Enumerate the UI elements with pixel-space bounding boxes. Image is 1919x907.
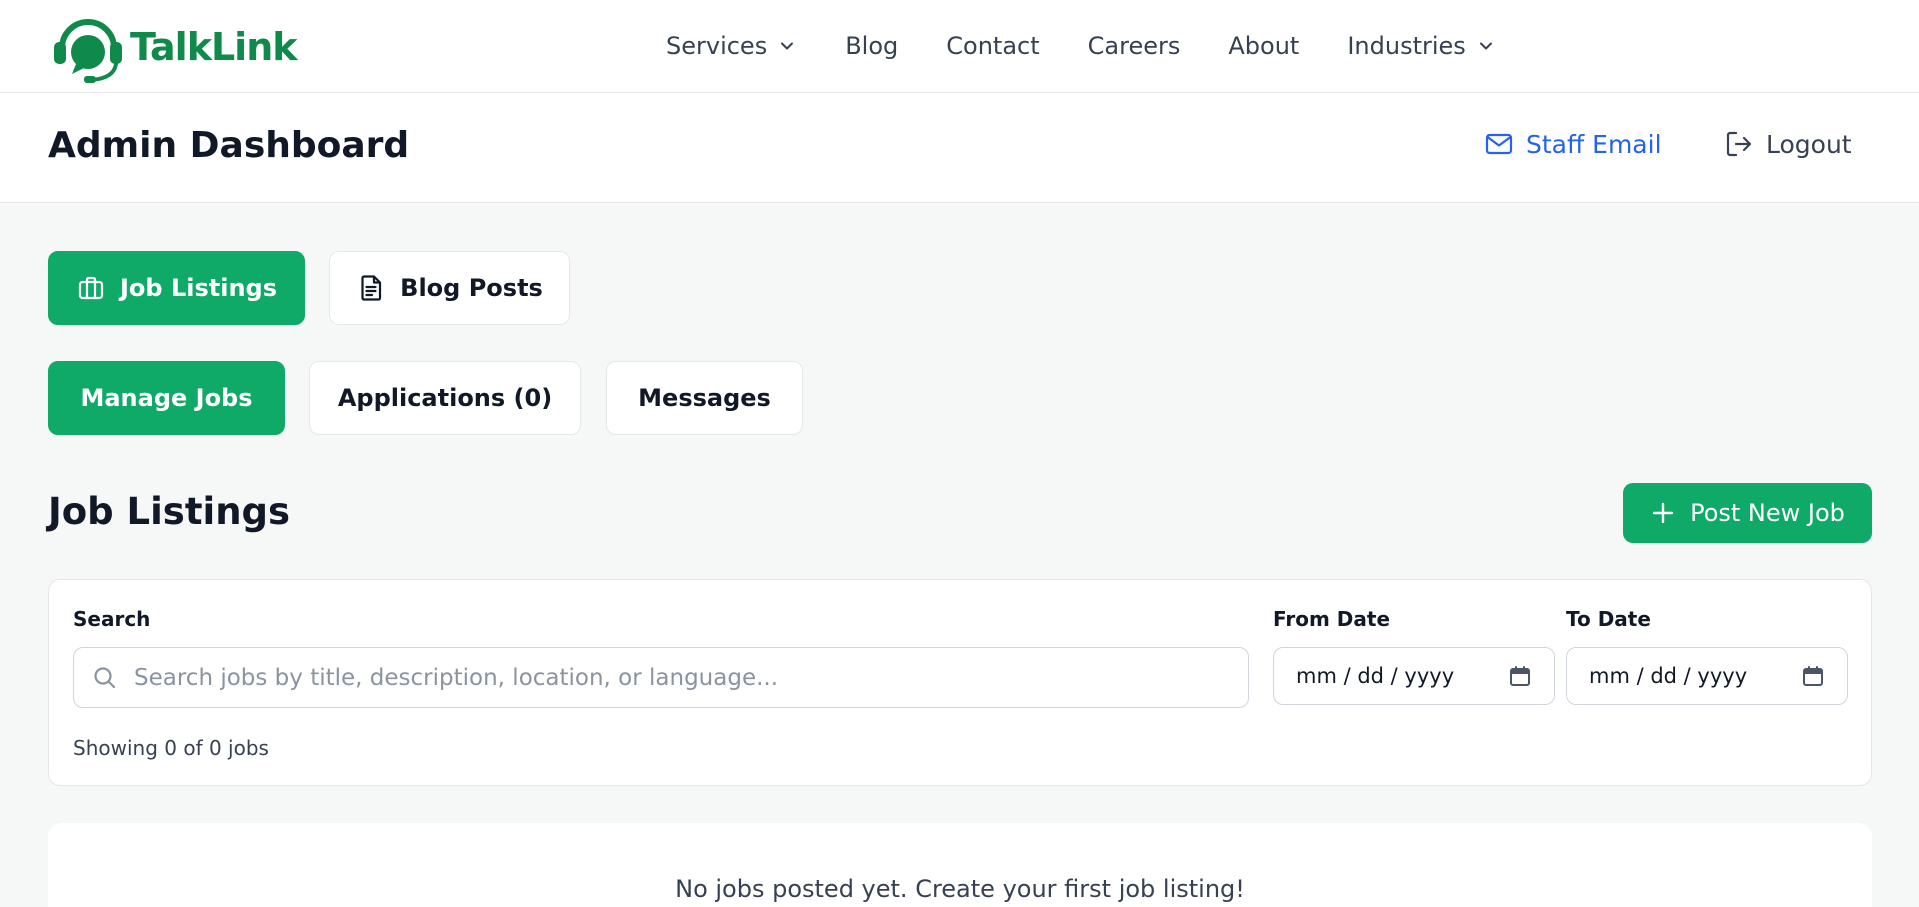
job-list-empty-state: No jobs posted yet. Create your first jo… <box>48 823 1872 907</box>
nav-item-label: Contact <box>946 32 1040 60</box>
tab-label: Blog Posts <box>400 274 543 302</box>
mail-icon <box>1485 133 1513 155</box>
staff-email-link[interactable]: Staff Email <box>1484 129 1662 159</box>
headset-chat-icon <box>54 19 122 83</box>
post-new-job-button[interactable]: Post New Job <box>1623 483 1872 543</box>
from-date-label: From Date <box>1273 607 1391 631</box>
tab-blog-posts[interactable]: Blog Posts <box>329 251 570 325</box>
logout-icon <box>1726 131 1752 157</box>
to-date-input[interactable]: mm / dd / yyyy <box>1566 647 1848 705</box>
nav-item-industries[interactable]: Industries <box>1347 32 1495 60</box>
nav-item-blog[interactable]: Blog <box>845 32 898 60</box>
briefcase-icon <box>78 276 104 300</box>
filter-card: Search From Date mm / dd / yyyy To Date … <box>48 579 1872 786</box>
search-input[interactable] <box>134 664 1234 691</box>
results-count: Showing 0 of 0 jobs <box>73 736 269 760</box>
nav-item-label: Industries <box>1347 32 1466 60</box>
from-date-input[interactable]: mm / dd / yyyy <box>1273 647 1555 705</box>
nav-item-services[interactable]: Services <box>666 32 797 60</box>
tab-label: Job Listings <box>119 274 277 302</box>
search-label: Search <box>73 607 151 631</box>
post-new-job-label: Post New Job <box>1690 499 1845 527</box>
tab-label: Manage Jobs <box>80 384 253 412</box>
logout-button[interactable]: Logout <box>1724 129 1852 159</box>
top-navigation: TalkLink Services Blog Contact Careers A… <box>0 0 1919 93</box>
tab-label: Messages <box>638 384 771 412</box>
calendar-icon[interactable] <box>1508 664 1532 688</box>
tab-applications[interactable]: Applications (0) <box>309 361 581 435</box>
to-date-value: mm / dd / yyyy <box>1589 664 1748 688</box>
nav-item-label: Blog <box>845 32 899 60</box>
nav-item-label: About <box>1228 32 1300 60</box>
nav-item-contact[interactable]: Contact <box>946 32 1039 60</box>
brand-name: TalkLink <box>130 25 298 69</box>
search-icon <box>94 666 116 688</box>
brand-logo[interactable]: TalkLink <box>48 8 298 86</box>
dashboard-header: Admin Dashboard Staff Email Logout <box>0 93 1919 203</box>
calendar-icon[interactable] <box>1801 664 1825 688</box>
nav-links: Services Blog Contact Careers About Indu… <box>666 0 1496 92</box>
nav-item-label: Services <box>666 32 768 60</box>
nav-item-about[interactable]: About <box>1228 32 1299 60</box>
chevron-down-icon <box>1479 42 1492 50</box>
page-title: Admin Dashboard <box>48 125 410 166</box>
tab-messages[interactable]: Messages <box>606 361 803 435</box>
tab-job-listings[interactable]: Job Listings <box>48 251 305 325</box>
chevron-down-icon <box>781 42 794 50</box>
tab-label: Applications (0) <box>337 384 553 412</box>
logout-label: Logout <box>1766 129 1852 159</box>
document-icon <box>361 275 382 301</box>
staff-email-label: Staff Email <box>1526 129 1662 159</box>
section-title: Job Listings <box>48 490 291 533</box>
plus-icon <box>1652 502 1674 524</box>
empty-state-message: No jobs posted yet. Create your first jo… <box>675 875 1245 903</box>
to-date-label: To Date <box>1566 607 1651 631</box>
nav-item-careers[interactable]: Careers <box>1088 32 1181 60</box>
nav-item-label: Careers <box>1087 32 1181 60</box>
tab-manage-jobs[interactable]: Manage Jobs <box>48 361 285 435</box>
from-date-value: mm / dd / yyyy <box>1296 664 1455 688</box>
search-field[interactable] <box>73 647 1249 708</box>
